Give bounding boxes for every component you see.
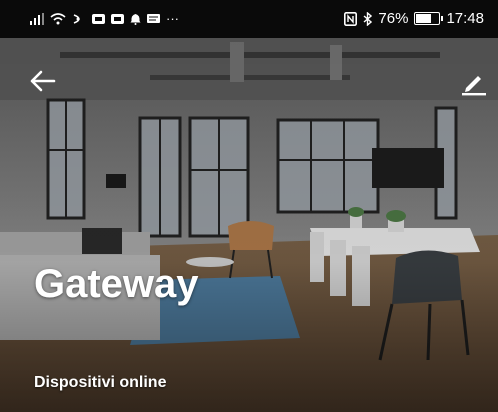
notification-icon (92, 13, 105, 24)
battery-icon (414, 12, 444, 25)
device-title: Gateway (34, 262, 199, 306)
hotspot-icon (73, 13, 80, 24)
battery-percent: 76% (378, 10, 409, 27)
message-icon (147, 13, 160, 23)
device-screen: ··· 76% 17:48 Gateway Dispositivi online (0, 0, 498, 412)
signal-icon (30, 12, 44, 25)
bluetooth-icon (363, 11, 373, 26)
pencil-icon (462, 76, 486, 96)
edit-button[interactable] (458, 68, 488, 98)
clock: 17:48 (446, 10, 484, 27)
room-background-image (0, 38, 498, 412)
online-devices-label: Dispositivi online (34, 374, 167, 391)
status-left-icons: ··· (30, 11, 179, 26)
back-button[interactable] (28, 66, 58, 96)
more-notifications: ··· (166, 11, 179, 26)
bell-icon (130, 13, 141, 25)
status-bar: ··· 76% 17:48 (0, 0, 498, 38)
arrow-left-icon (30, 70, 56, 92)
nfc-icon (344, 11, 358, 26)
status-right-icons: 76% 17:48 (344, 10, 484, 27)
notification-icon (111, 13, 124, 24)
wifi-icon (50, 12, 66, 24)
